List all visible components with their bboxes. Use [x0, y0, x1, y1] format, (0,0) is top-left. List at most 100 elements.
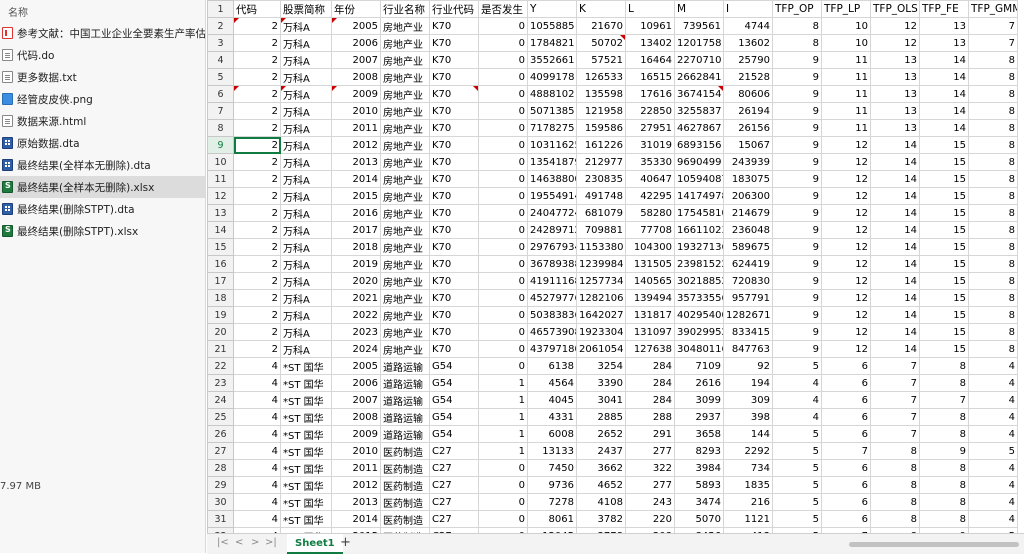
table-cell[interactable]: 4744 [723, 17, 773, 35]
table-cell[interactable]: G54 [429, 391, 479, 409]
table-cell[interactable]: 1 [478, 442, 528, 460]
row-number[interactable]: 9 [207, 136, 234, 154]
table-cell[interactable]: 8293 [674, 442, 724, 460]
table-cell[interactable]: 房地产业 [380, 306, 430, 324]
table-cell[interactable]: 9 [772, 255, 822, 273]
table-cell[interactable]: 6 [821, 510, 871, 528]
table-cell[interactable]: 26156 [723, 119, 773, 137]
table-cell[interactable]: 14 [870, 187, 920, 205]
table-cell[interactable]: 9 [772, 85, 822, 103]
table-cell[interactable]: 1201758 [674, 34, 724, 52]
table-cell[interactable]: 12 [821, 136, 871, 154]
table-cell[interactable]: 4 [233, 425, 281, 443]
table-cell[interactable]: 277 [625, 476, 675, 494]
table-cell[interactable]: 12 [821, 221, 871, 239]
table-cell[interactable]: 10311625 [527, 136, 577, 154]
table-cell[interactable]: 4 [233, 510, 281, 528]
table-cell[interactable]: 2016 [331, 204, 381, 222]
table-cell[interactable]: 5 [772, 425, 822, 443]
table-cell[interactable]: 0 [478, 476, 528, 494]
table-cell[interactable]: 15 [919, 272, 969, 290]
table-cell[interactable]: 30480116 [674, 340, 724, 358]
table-cell[interactable]: 4045 [527, 391, 577, 409]
table-cell[interactable]: G54 [429, 425, 479, 443]
table-cell[interactable]: 2 [233, 340, 281, 358]
table-cell[interactable]: 2013 [331, 493, 381, 511]
table-cell[interactable]: 14 [870, 153, 920, 171]
table-cell[interactable]: 2 [233, 85, 281, 103]
table-cell[interactable]: K70 [429, 323, 479, 341]
table-cell[interactable]: 10 [821, 17, 871, 35]
table-cell[interactable]: 14 [870, 289, 920, 307]
table-cell[interactable]: 8 [870, 493, 920, 511]
table-cell[interactable]: 7 [968, 34, 1018, 52]
table-cell[interactable]: 681079 [576, 204, 626, 222]
table-cell[interactable]: 2024 [331, 340, 381, 358]
table-cell[interactable]: 10961 [625, 17, 675, 35]
table-cell[interactable]: 2006 [331, 374, 381, 392]
table-cell[interactable]: 9 [772, 136, 822, 154]
table-cell[interactable]: 7109 [674, 357, 724, 375]
table-cell[interactable]: 80606 [723, 85, 773, 103]
table-cell[interactable]: K70 [429, 34, 479, 52]
table-cell[interactable]: 13402 [625, 34, 675, 52]
table-cell[interactable]: 4888102 [527, 85, 577, 103]
file-item[interactable]: 原始数据.dta [0, 132, 205, 154]
table-cell[interactable]: 19554914 [527, 187, 577, 205]
table-cell[interactable]: 0 [478, 170, 528, 188]
table-cell[interactable]: 2 [233, 102, 281, 120]
file-item[interactable]: 代码.do [0, 44, 205, 66]
scrollbar-thumb[interactable] [849, 542, 1019, 547]
row-number[interactable]: 7 [207, 102, 234, 120]
table-cell[interactable]: 46573908 [527, 323, 577, 341]
table-cell[interactable]: 5 [772, 510, 822, 528]
table-cell[interactable]: 房地产业 [380, 136, 430, 154]
table-cell[interactable]: 12 [821, 323, 871, 341]
column-header[interactable]: Y [527, 0, 577, 18]
table-cell[interactable]: 0 [478, 306, 528, 324]
table-cell[interactable]: 8 [919, 408, 969, 426]
table-cell[interactable]: 2 [233, 204, 281, 222]
table-cell[interactable]: 1257734 [576, 272, 626, 290]
table-cell[interactable]: 14 [919, 102, 969, 120]
table-cell[interactable]: 2 [233, 17, 281, 35]
table-cell[interactable]: 10 [821, 34, 871, 52]
table-cell[interactable]: K70 [429, 17, 479, 35]
table-cell[interactable]: 8 [968, 289, 1018, 307]
table-cell[interactable]: 8 [968, 204, 1018, 222]
table-cell[interactable]: 0 [478, 51, 528, 69]
table-cell[interactable]: 206300 [723, 187, 773, 205]
table-cell[interactable]: 7178275 [527, 119, 577, 137]
table-cell[interactable]: 万科A [280, 34, 332, 52]
table-cell[interactable]: 3041 [576, 391, 626, 409]
table-cell[interactable]: 0 [478, 340, 528, 358]
table-cell[interactable]: 11 [821, 102, 871, 120]
table-cell[interactable]: 50702 [576, 34, 626, 52]
table-cell[interactable]: 2 [233, 238, 281, 256]
table-cell[interactable]: *ST 国华 [280, 476, 332, 494]
table-cell[interactable]: 39029952 [674, 323, 724, 341]
table-cell[interactable]: 13 [919, 17, 969, 35]
table-cell[interactable]: 2292 [723, 442, 773, 460]
table-cell[interactable]: 0 [478, 272, 528, 290]
table-cell[interactable]: 8 [919, 476, 969, 494]
table-cell[interactable]: 7450 [527, 459, 577, 477]
horizontal-scrollbar[interactable] [819, 542, 1024, 547]
column-header[interactable]: TFP_LP [821, 0, 871, 18]
table-cell[interactable]: 14 [870, 323, 920, 341]
table-cell[interactable]: 2 [233, 272, 281, 290]
table-cell[interactable]: 1153380 [576, 238, 626, 256]
table-cell[interactable]: 161226 [576, 136, 626, 154]
table-cell[interactable]: 183075 [723, 170, 773, 188]
table-cell[interactable]: 万科A [280, 323, 332, 341]
column-header[interactable]: 股票简称 [280, 0, 332, 18]
table-cell[interactable]: 2010 [331, 442, 381, 460]
table-cell[interactable]: K70 [429, 255, 479, 273]
table-cell[interactable]: 8 [870, 510, 920, 528]
row-number[interactable]: 31 [207, 510, 234, 528]
table-cell[interactable]: 15 [919, 255, 969, 273]
last-sheet-button[interactable]: >| [265, 537, 277, 548]
table-cell[interactable]: 2 [233, 255, 281, 273]
table-cell[interactable]: 8 [968, 119, 1018, 137]
table-cell[interactable]: 6 [821, 391, 871, 409]
